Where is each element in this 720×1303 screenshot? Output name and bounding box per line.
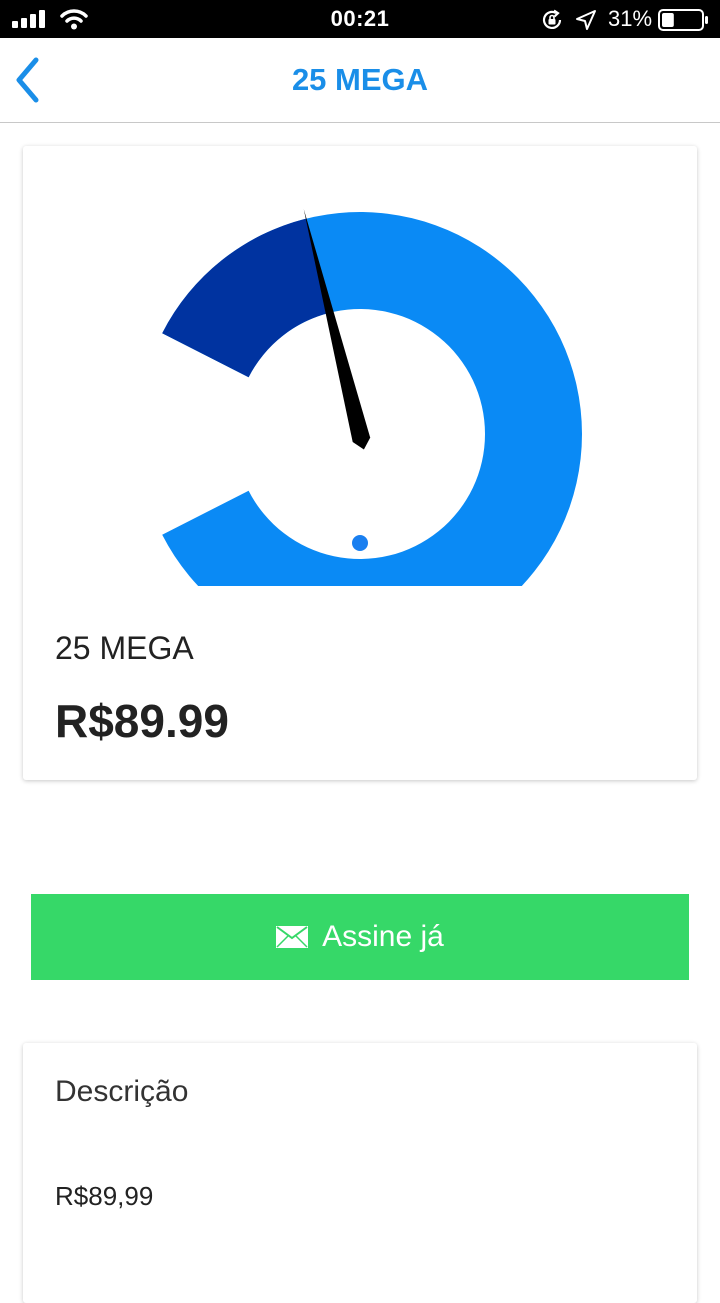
gauge-fill [162, 218, 330, 378]
nav-bar: 25 MEGA [0, 38, 720, 123]
description-title: Descrição [55, 1075, 189, 1108]
orientation-lock-icon [542, 9, 562, 29]
status-bar: 00:21 31% [0, 0, 720, 38]
description-card: Descrição R$89,99 [23, 1043, 697, 1303]
plan-card: 25 MEGA R$89.99 [23, 146, 697, 780]
battery-percent: 31% [608, 6, 653, 31]
gauge-indicator-dot [352, 535, 368, 551]
mail-icon [276, 926, 309, 948]
subscribe-button[interactable]: Assine já [31, 894, 689, 980]
page-title: 25 MEGA [291, 62, 429, 97]
plan-name: 25 MEGA [55, 630, 194, 666]
subscribe-label: Assine já [322, 920, 444, 953]
location-arrow-icon [576, 10, 596, 30]
description-text: R$89,99 [55, 1181, 154, 1211]
plan-price: R$89.99 [55, 695, 229, 747]
speed-gauge [162, 208, 582, 586]
battery-icon [658, 9, 708, 31]
